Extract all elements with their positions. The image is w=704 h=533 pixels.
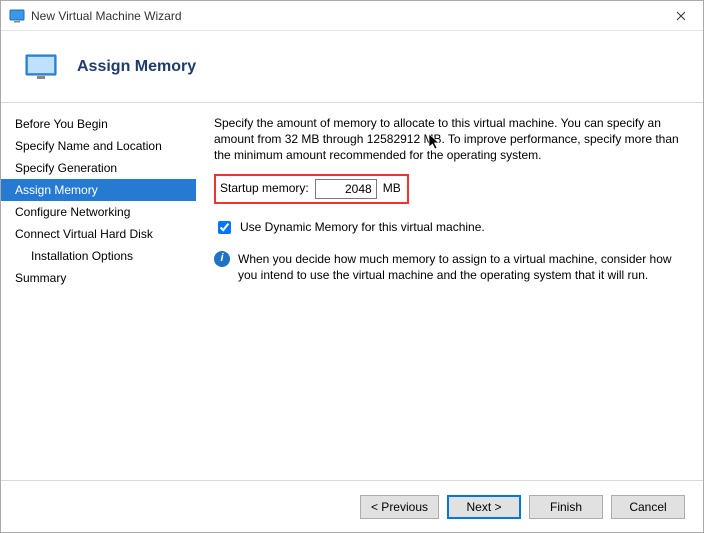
nav-installation-options[interactable]: Installation Options — [1, 245, 196, 267]
dynamic-memory-label: Use Dynamic Memory for this virtual mach… — [240, 219, 485, 235]
nav-configure-networking[interactable]: Configure Networking — [1, 201, 196, 223]
nav-summary[interactable]: Summary — [1, 267, 196, 289]
cancel-button[interactable]: Cancel — [611, 495, 685, 519]
nav-specify-name[interactable]: Specify Name and Location — [1, 135, 196, 157]
page-title: Assign Memory — [77, 58, 196, 76]
window-title: New Virtual Machine Wizard — [31, 9, 182, 23]
body: Before You Begin Specify Name and Locati… — [1, 103, 703, 480]
footer: < Previous Next > Finish Cancel — [1, 480, 703, 532]
info-icon: i — [214, 251, 230, 267]
nav-connect-vhd[interactable]: Connect Virtual Hard Disk — [1, 223, 196, 245]
nav-assign-memory[interactable]: Assign Memory — [1, 179, 196, 201]
description-text: Specify the amount of memory to allocate… — [214, 115, 685, 164]
nav-before-you-begin[interactable]: Before You Begin — [1, 113, 196, 135]
monitor-icon — [25, 54, 57, 80]
titlebar: New Virtual Machine Wizard — [1, 1, 703, 31]
info-text: When you decide how much memory to assig… — [238, 251, 685, 283]
memory-label: Startup memory: — [220, 180, 309, 196]
header: Assign Memory — [1, 31, 703, 103]
app-icon — [9, 8, 25, 24]
finish-button[interactable]: Finish — [529, 495, 603, 519]
next-button[interactable]: Next > — [447, 495, 521, 519]
content-pane: Specify the amount of memory to allocate… — [196, 103, 703, 480]
close-button[interactable] — [658, 1, 703, 31]
memory-unit: MB — [383, 180, 401, 196]
nav-specify-generation[interactable]: Specify Generation — [1, 157, 196, 179]
step-nav: Before You Begin Specify Name and Locati… — [1, 103, 196, 480]
memory-highlight: Startup memory: MB — [214, 174, 409, 204]
wizard-window: New Virtual Machine Wizard Assign Memory… — [0, 0, 704, 533]
previous-button[interactable]: < Previous — [360, 495, 439, 519]
startup-memory-input[interactable] — [315, 179, 377, 199]
dynamic-memory-checkbox[interactable] — [218, 221, 231, 234]
